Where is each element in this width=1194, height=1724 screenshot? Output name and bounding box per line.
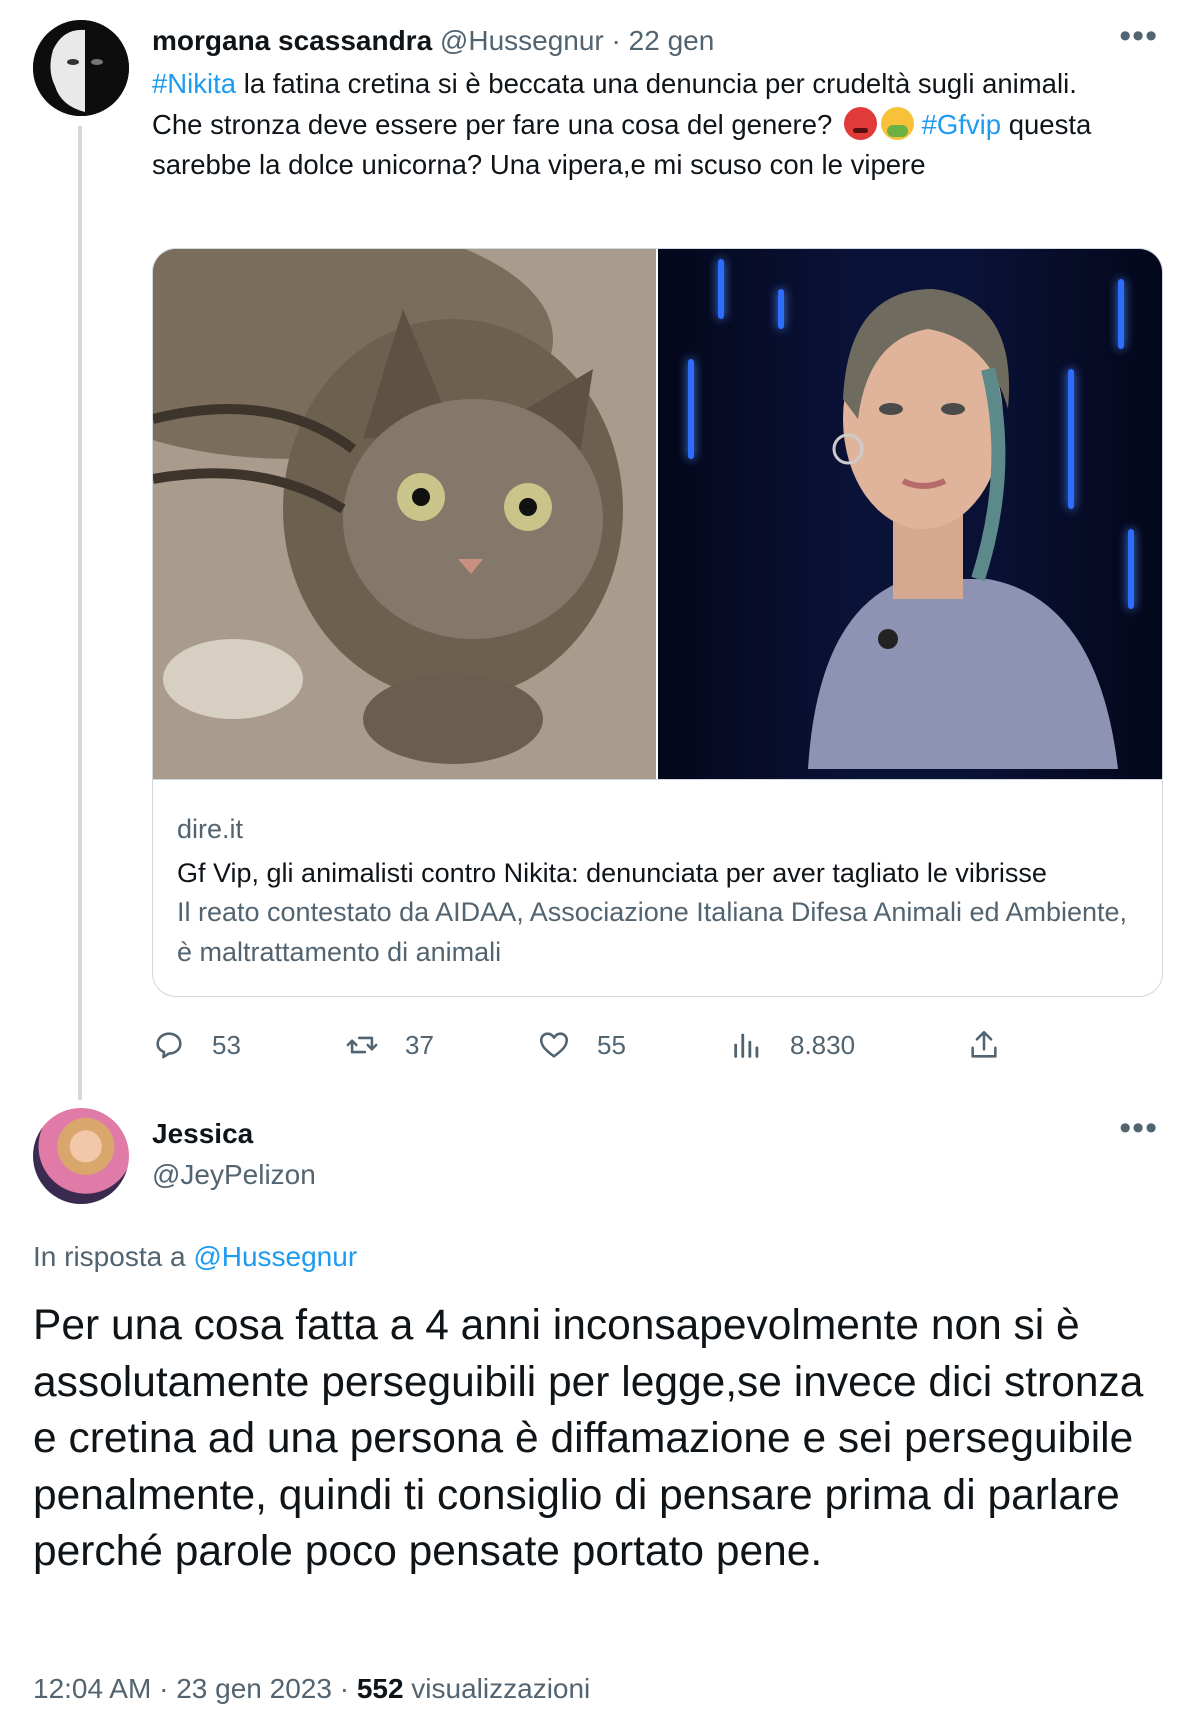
tweet-header: morgana scassandra @Hussegnur · 22 gen (152, 24, 714, 58)
views-icon (734, 1033, 759, 1058)
card-title: Gf Vip, gli animalisti contro Nikita: de… (177, 858, 1047, 888)
tweet-text: #Nikita la fatina cretina si è beccata u… (152, 64, 1102, 186)
reply-context: In risposta a @Hussegnur (33, 1240, 357, 1274)
share-icon (971, 1030, 997, 1058)
angry-face-emoji (843, 106, 877, 140)
like-count: 55 (597, 1029, 626, 1060)
reply-prefix: In risposta a (33, 1241, 194, 1272)
separator: · (603, 25, 629, 56)
more-options-icon[interactable]: ••• (1119, 1111, 1158, 1145)
separator: · (151, 1673, 177, 1704)
like-button[interactable]: 55 (537, 1025, 626, 1065)
tweet-metadata: 12:04 AM · 23 gen 2023 · 552 visualizzaz… (33, 1672, 590, 1706)
author-handle[interactable]: @Hussegnur (440, 25, 604, 56)
separator: · (331, 1673, 357, 1704)
more-options-icon[interactable]: ••• (1119, 19, 1158, 53)
avatar-mask-image (33, 20, 129, 116)
tweet-date[interactable]: 22 gen (629, 25, 715, 56)
tweet-time[interactable]: 12:04 AM (33, 1673, 151, 1704)
views-label: visualizzazioni (403, 1673, 591, 1704)
card-body: dire.it Gf Vip, gli animalisti contro Ni… (153, 779, 1162, 996)
woman-in-sparkly-outfit-photo (658, 249, 1162, 779)
vomiting-face-emoji (880, 106, 914, 140)
avatar[interactable] (33, 1108, 129, 1204)
reply-button[interactable]: 53 (152, 1025, 241, 1065)
reply-mention-link[interactable]: @Hussegnur (193, 1241, 357, 1272)
link-card[interactable]: dire.it Gf Vip, gli animalisti contro Ni… (152, 248, 1163, 997)
retweet-icon (346, 1036, 378, 1054)
author-name[interactable]: morgana scassandra (152, 25, 432, 56)
avatar[interactable] (33, 20, 129, 116)
tabby-cat-photo (153, 249, 656, 779)
author-name[interactable]: Jessica (152, 1117, 253, 1151)
reply-icon (156, 1032, 182, 1059)
thread-line (78, 126, 82, 1100)
author-handle[interactable]: @JeyPelizon (152, 1158, 316, 1192)
hashtag-link[interactable]: #Gfvip (922, 109, 1001, 140)
share-button[interactable] (967, 1025, 1027, 1065)
reply-count: 53 (212, 1029, 241, 1060)
card-domain: dire.it (177, 814, 244, 844)
retweet-count: 37 (405, 1029, 434, 1060)
tweet-text: Per una cosa fatta a 4 anni inconsapevol… (33, 1302, 1144, 1575)
heart-icon (539, 1032, 569, 1058)
hashtag-link[interactable]: #Nikita (152, 68, 236, 99)
retweet-button[interactable]: 37 (345, 1025, 434, 1065)
card-description: Il reato contestato da AIDAA, Associazio… (177, 897, 1128, 967)
tweet-actions: 53 37 55 8.830 (152, 1025, 1012, 1065)
tweet-date[interactable]: 23 gen 2023 (176, 1673, 332, 1704)
views-button[interactable]: 8.830 (730, 1025, 855, 1065)
views-count: 8.830 (790, 1029, 856, 1060)
card-media (153, 249, 1162, 779)
views-count: 552 (356, 1673, 404, 1704)
